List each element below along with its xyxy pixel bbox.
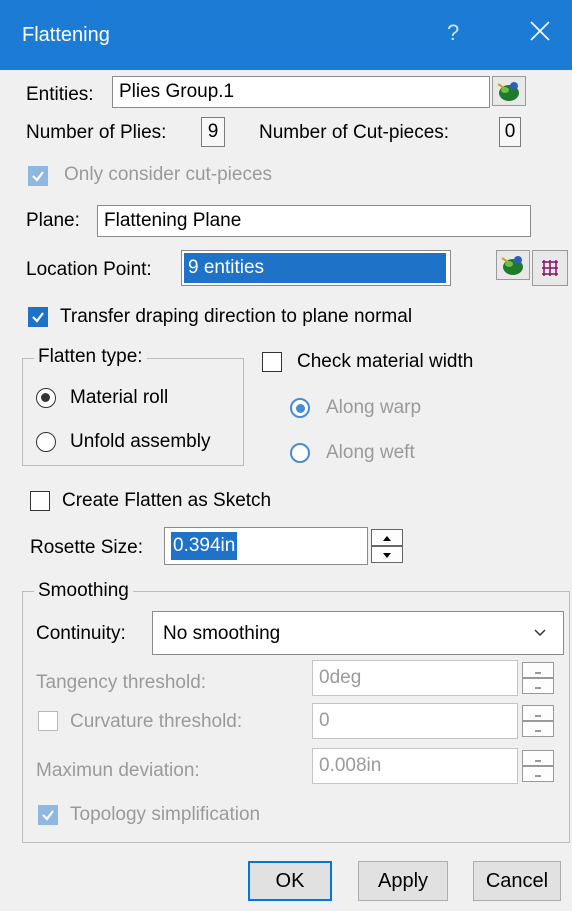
tangency-field[interactable]: 0deg [312, 660, 518, 696]
transfer-draping-checkbox[interactable] [28, 307, 48, 327]
transfer-draping-label: Transfer draping direction to plane norm… [60, 306, 413, 327]
material-roll-label: Material roll [70, 387, 169, 408]
chevron-down-icon [534, 629, 546, 637]
continuity-dropdown[interactable]: No smoothing [152, 611, 564, 655]
spin-up-button[interactable] [371, 529, 403, 546]
deviation-spinner[interactable] [522, 750, 554, 782]
check-material-width-label: Check material width [297, 351, 474, 372]
material-roll-radio[interactable] [36, 388, 56, 408]
flatten-sketch-label: Create Flatten as Sketch [62, 490, 272, 511]
spin-up-button[interactable] [522, 750, 554, 766]
spin-down-button[interactable] [371, 546, 403, 563]
curvature-checkbox[interactable] [38, 711, 58, 731]
deviation-field[interactable]: 0.008in [312, 748, 518, 784]
along-weft-radio[interactable] [290, 443, 310, 463]
spin-up-button[interactable] [522, 705, 554, 721]
select-point-icon[interactable] [496, 250, 530, 280]
curvature-spinner[interactable] [522, 705, 554, 737]
unfold-assembly-label: Unfold assembly [70, 431, 211, 452]
ok-button[interactable]: OK [248, 861, 332, 901]
spin-down-button[interactable] [522, 766, 554, 782]
entities-field[interactable]: Plies Group.1 [112, 76, 490, 108]
cut-pieces-label: Number of Cut-pieces: [259, 122, 450, 143]
unfold-assembly-radio[interactable] [36, 432, 56, 452]
grid-points-icon[interactable] [532, 250, 568, 286]
rosette-size-value: 0.394in [171, 532, 238, 560]
along-weft-label: Along weft [326, 442, 415, 463]
tangency-spinner[interactable] [522, 662, 554, 694]
dialog-title: Flattening [22, 24, 110, 46]
plies-label: Number of Plies: [26, 122, 167, 143]
location-point-field[interactable]: 9 entities [181, 250, 451, 286]
title-bar: Flattening ? [0, 0, 572, 70]
along-warp-radio[interactable] [290, 398, 310, 418]
plane-label: Plane: [26, 210, 80, 231]
smoothing-legend: Smoothing [34, 580, 133, 602]
plane-field[interactable]: Flattening Plane [97, 205, 531, 237]
plies-count: 9 [201, 117, 225, 147]
rosette-size-label: Rosette Size: [30, 537, 143, 558]
location-point-label: Location Point: [26, 259, 152, 280]
tangency-label: Tangency threshold: [36, 672, 207, 693]
flatten-sketch-checkbox[interactable] [30, 491, 50, 511]
rosette-size-field[interactable]: 0.394in [164, 527, 368, 565]
flatten-type-legend: Flatten type: [34, 346, 147, 368]
select-entity-icon[interactable] [492, 76, 526, 106]
continuity-label: Continuity: [36, 623, 126, 644]
close-icon[interactable] [525, 16, 555, 46]
curvature-field[interactable]: 0 [312, 703, 518, 739]
deviation-label: Maximun deviation: [36, 760, 200, 781]
apply-button[interactable]: Apply [358, 861, 448, 901]
topology-checkbox[interactable] [38, 805, 58, 825]
location-point-value: 9 entities [184, 253, 446, 283]
cancel-button[interactable]: Cancel [473, 861, 561, 901]
continuity-value: No smoothing [163, 623, 281, 644]
spin-up-button[interactable] [522, 662, 554, 678]
topology-label: Topology simplification [70, 804, 261, 825]
check-material-width-checkbox[interactable] [262, 352, 282, 372]
along-warp-label: Along warp [326, 397, 422, 418]
spin-down-button[interactable] [522, 721, 554, 737]
rosette-size-spinner[interactable] [371, 529, 403, 563]
cut-pieces-count: 0 [499, 117, 521, 147]
entities-label: Entities: [26, 84, 94, 105]
spin-down-button[interactable] [522, 678, 554, 694]
only-cut-pieces-checkbox[interactable] [28, 166, 48, 186]
help-icon[interactable]: ? [447, 20, 459, 46]
curvature-label: Curvature threshold: [70, 711, 243, 732]
only-cut-pieces-label: Only consider cut-pieces [64, 164, 273, 185]
